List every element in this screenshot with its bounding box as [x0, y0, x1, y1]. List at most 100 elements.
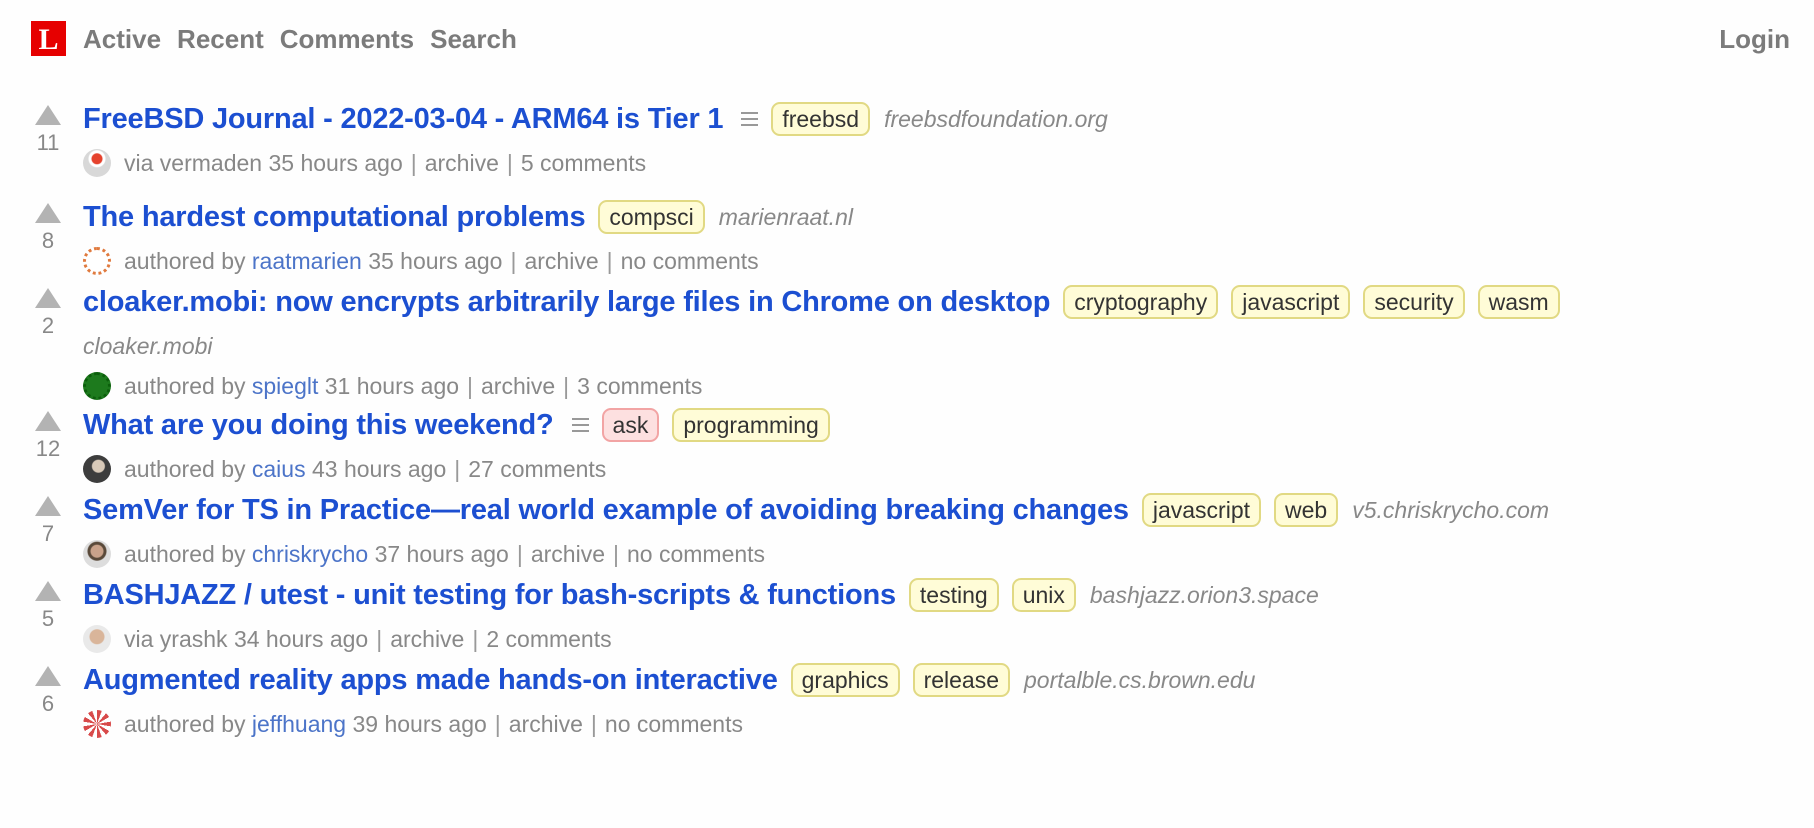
tag-ask[interactable]: ask: [601, 408, 660, 442]
story-title-link[interactable]: The hardest computational problems: [83, 201, 586, 234]
byline-prefix: authored by: [124, 372, 246, 399]
avatar[interactable]: [83, 540, 111, 568]
main-nav: Active Recent Comments Search: [83, 22, 517, 56]
user-link[interactable]: spieglt: [252, 373, 318, 400]
tag-release[interactable]: release: [912, 663, 1011, 697]
user-link[interactable]: jeffhuang: [252, 711, 346, 738]
avatar[interactable]: [83, 372, 111, 400]
story-score: 6: [41, 691, 55, 716]
voter: 6: [32, 660, 64, 717]
comments-link[interactable]: no comments: [627, 541, 765, 568]
upvote-arrow-icon[interactable]: [35, 105, 61, 125]
story-time: 37 hours ago: [374, 540, 509, 567]
comments-link[interactable]: no comments: [621, 248, 759, 275]
story-score: 11: [36, 130, 60, 155]
user-link[interactable]: chriskrycho: [252, 541, 368, 568]
voter: 7: [32, 490, 64, 547]
story-list: 11 FreeBSD Journal - 2022-03-04 - ARM64 …: [0, 95, 1814, 741]
story-time: 43 hours ago: [311, 455, 447, 482]
tag-javascript[interactable]: javascript: [1231, 285, 1351, 319]
story-byline: authored by caius 43 hours ago | 27 comm…: [83, 449, 1814, 489]
story-title-line: SemVer for TS in Practice—real world exa…: [83, 486, 1814, 534]
separator: |: [516, 540, 523, 567]
login-link[interactable]: Login: [1719, 22, 1790, 56]
upvote-arrow-icon[interactable]: [35, 288, 61, 308]
tag-freebsd[interactable]: freebsd: [771, 102, 871, 136]
story-domain[interactable]: bashjazz.orion3.space: [1090, 582, 1319, 609]
avatar[interactable]: [83, 455, 111, 483]
archive-link[interactable]: archive: [531, 541, 605, 568]
upvote-arrow-icon[interactable]: [35, 666, 61, 686]
story-domain[interactable]: v5.chriskrycho.com: [1352, 497, 1549, 524]
tag-compsci[interactable]: compsci: [598, 200, 705, 234]
comments-link[interactable]: 27 comments: [468, 456, 606, 483]
tag-javascript[interactable]: javascript: [1141, 493, 1262, 527]
comments-link[interactable]: 5 comments: [521, 150, 646, 177]
voter: 8: [32, 197, 64, 254]
story-item: 8 The hardest computational problems com…: [0, 193, 1814, 278]
separator: |: [590, 710, 597, 737]
tag-wasm[interactable]: wasm: [1477, 285, 1560, 319]
upvote-arrow-icon[interactable]: [35, 411, 61, 431]
top-bar: L Active Recent Comments Search Login: [0, 0, 1814, 80]
story-item: 11 FreeBSD Journal - 2022-03-04 - ARM64 …: [0, 95, 1814, 193]
story-domain[interactable]: portalble.cs.brown.edu: [1024, 667, 1255, 694]
description-icon[interactable]: [741, 112, 759, 126]
tag-cryptography[interactable]: cryptography: [1063, 285, 1219, 319]
user-link[interactable]: caius: [252, 456, 306, 483]
byline-prefix: authored by: [124, 540, 246, 567]
story-domain[interactable]: cloaker.mobi: [83, 326, 1814, 366]
tag-graphics[interactable]: graphics: [790, 663, 900, 697]
story-title-line: BASHJAZZ / utest - unit testing for bash…: [83, 571, 1814, 619]
nav-comments[interactable]: Comments: [280, 22, 414, 56]
story-title-link[interactable]: cloaker.mobi: now encrypts arbitrarily l…: [83, 286, 1050, 319]
upvote-arrow-icon[interactable]: [35, 203, 61, 223]
tag-programming[interactable]: programming: [672, 408, 830, 442]
story-domain[interactable]: freebsdfoundation.org: [884, 106, 1108, 133]
story-domain[interactable]: marienraat.nl: [719, 204, 853, 231]
nav-search[interactable]: Search: [430, 22, 517, 56]
story-title-link[interactable]: BASHJAZZ / utest - unit testing for bash…: [83, 579, 896, 612]
user-link[interactable]: yrashk: [160, 626, 228, 653]
story-title-line: Augmented reality apps made hands-on int…: [83, 656, 1814, 704]
archive-link[interactable]: archive: [509, 711, 583, 738]
user-link[interactable]: raatmarien: [252, 248, 362, 275]
story-title-link[interactable]: What are you doing this weekend?: [83, 409, 554, 442]
tag-unix[interactable]: unix: [1011, 578, 1076, 612]
tag-testing[interactable]: testing: [908, 578, 999, 612]
archive-link[interactable]: archive: [524, 248, 598, 275]
avatar[interactable]: [83, 247, 111, 275]
nav-recent[interactable]: Recent: [177, 22, 264, 56]
avatar[interactable]: [83, 149, 111, 177]
comments-link[interactable]: no comments: [605, 711, 743, 738]
byline-prefix: authored by: [124, 455, 246, 482]
story-byline: authored by spieglt 31 hours ago | archi…: [83, 366, 1814, 406]
story-title-link[interactable]: FreeBSD Journal - 2022-03-04 - ARM64 is …: [83, 103, 724, 136]
comments-link[interactable]: 3 comments: [577, 373, 702, 400]
archive-link[interactable]: archive: [425, 150, 499, 177]
story-time: 39 hours ago: [352, 710, 487, 737]
description-icon[interactable]: [571, 418, 589, 432]
story-item: 2 cloaker.mobi: now encrypts arbitrarily…: [0, 278, 1814, 401]
nav-active[interactable]: Active: [83, 22, 161, 56]
tag-security[interactable]: security: [1363, 285, 1465, 319]
avatar[interactable]: [83, 625, 111, 653]
avatar[interactable]: [83, 710, 111, 738]
separator: |: [376, 625, 383, 652]
story-title-link[interactable]: Augmented reality apps made hands-on int…: [83, 664, 778, 697]
separator: |: [467, 372, 474, 399]
tag-web[interactable]: web: [1274, 493, 1339, 527]
voter: 11: [32, 99, 64, 156]
comments-link[interactable]: 2 comments: [486, 626, 611, 653]
upvote-arrow-icon[interactable]: [35, 496, 61, 516]
byline-prefix: authored by: [124, 247, 246, 274]
story-title-link[interactable]: SemVer for TS in Practice—real world exa…: [83, 494, 1129, 527]
archive-link[interactable]: archive: [481, 373, 555, 400]
user-link[interactable]: vermaden: [160, 150, 262, 177]
archive-link[interactable]: archive: [390, 626, 464, 653]
upvote-arrow-icon[interactable]: [35, 581, 61, 601]
site-logo[interactable]: L: [31, 21, 66, 56]
story-score: 7: [41, 521, 55, 546]
story-byline: via yrashk 34 hours ago | archive | 2 co…: [83, 619, 1814, 659]
story-item: 6 Augmented reality apps made hands-on i…: [0, 656, 1814, 741]
